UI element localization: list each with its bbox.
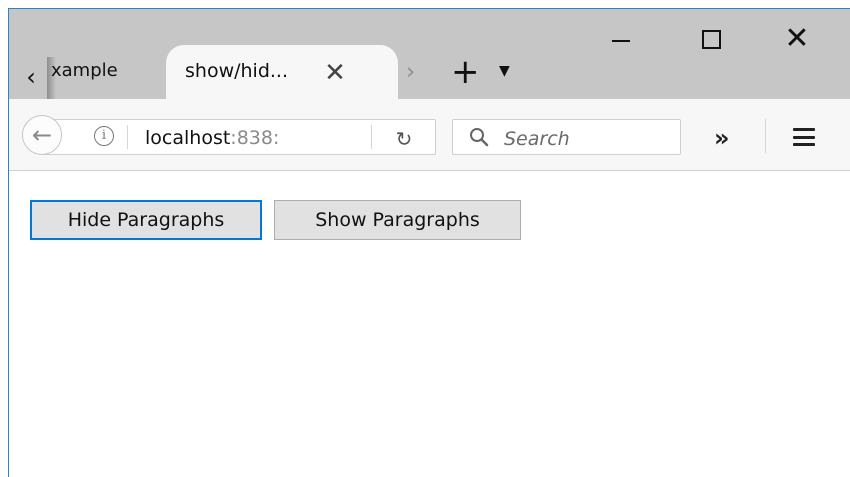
- url-port: :838:: [230, 127, 280, 149]
- info-icon[interactable]: i: [94, 126, 114, 146]
- close-tab-icon[interactable]: ✕: [321, 59, 349, 87]
- tab-active[interactable]: show/hid... ✕: [166, 45, 398, 99]
- scroll-tabs-right-icon[interactable]: ›: [406, 61, 415, 84]
- url-host: localhost: [145, 127, 231, 149]
- hamburger-menu-icon[interactable]: [793, 128, 815, 146]
- toolbar-divider: [765, 119, 766, 153]
- tab-inactive[interactable]: xample: [51, 60, 118, 81]
- tab-active-title: show/hid...: [185, 60, 289, 82]
- window-minimize-icon[interactable]: [602, 24, 642, 54]
- tab-strip: ‹ xample show/hid... ✕ › + ▼ ✕: [9, 9, 850, 99]
- search-placeholder: Search: [504, 128, 570, 150]
- search-icon: [470, 128, 489, 147]
- hide-paragraphs-button[interactable]: Hide Paragraphs: [30, 200, 262, 240]
- overflow-chevron-icon[interactable]: »: [714, 126, 730, 150]
- tab-list-dropdown-icon[interactable]: ▼: [499, 64, 510, 78]
- show-paragraphs-button[interactable]: Show Paragraphs: [274, 200, 521, 240]
- reload-icon[interactable]: ↻: [391, 126, 417, 152]
- url-text[interactable]: localhost:838:: [145, 127, 355, 149]
- back-arrow-icon[interactable]: ←: [22, 115, 62, 155]
- window-maximize-icon[interactable]: [692, 24, 732, 54]
- navigation-toolbar: ← i localhost:838: ↻ Search »: [9, 99, 850, 171]
- window-close-icon[interactable]: ✕: [777, 21, 817, 57]
- url-divider: [371, 125, 372, 149]
- browser-window: ‹ xample show/hid... ✕ › + ▼ ✕ ← i local…: [8, 8, 850, 477]
- new-tab-icon[interactable]: +: [451, 55, 480, 89]
- scroll-tabs-left-icon[interactable]: ‹: [18, 62, 44, 92]
- url-divider: [127, 125, 128, 149]
- page-content: Hide Paragraphs Show Paragraphs: [9, 171, 850, 477]
